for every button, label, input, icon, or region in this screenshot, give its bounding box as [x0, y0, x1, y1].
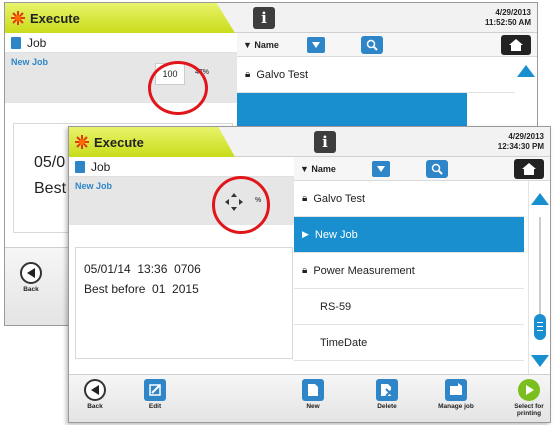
new-button[interactable]: New [291, 379, 335, 410]
lock-icon: 🔒︎ [302, 193, 308, 204]
search-button[interactable] [425, 159, 448, 178]
search-icon [366, 39, 378, 51]
dropdown-button[interactable] [306, 36, 325, 53]
name-sort-label[interactable]: ▼ Name [300, 164, 336, 174]
back-button[interactable]: Back [9, 262, 53, 293]
date-text: 4/29/2013 [508, 132, 544, 141]
list-item[interactable]: RS-59 [294, 289, 524, 325]
new-job-label: New Job [75, 181, 113, 191]
job-label: Job [27, 35, 47, 50]
preview-line-1: 05/01/14 13:36 0706 [84, 262, 201, 276]
manage-job-label: Manage job [438, 403, 474, 410]
list-item-label: TimeDate [320, 336, 368, 349]
list-item-label: RS-59 [320, 300, 352, 313]
datetime: 4/29/2013 12:34:30 PM [498, 132, 544, 152]
job-list: 🔒︎ Galvo Test ▶ New Job 🔒︎ Power Measure… [294, 181, 524, 361]
home-icon [509, 38, 523, 51]
job-list-panel: ▼ Name 🔒︎ Galvo Test ▶ New Job 🔒︎ Power … [294, 157, 550, 376]
title-tab: Execute [69, 127, 235, 157]
search-button[interactable] [360, 35, 383, 54]
list-item[interactable]: TimeDate [294, 325, 524, 361]
bottom-bar: Back Edit New Delete Manage job Select f… [69, 374, 550, 422]
edit-label: Edit [148, 403, 162, 410]
home-icon [522, 162, 536, 175]
play-icon [518, 379, 540, 401]
back-label: Back [87, 403, 103, 410]
scroll-down-icon[interactable] [529, 353, 551, 369]
highlight-circle-move [212, 176, 270, 234]
new-document-icon [302, 379, 324, 401]
list-item-label: Galvo Test [313, 192, 366, 205]
manage-job-icon [445, 379, 467, 401]
scroll-up-icon[interactable] [529, 191, 551, 207]
manage-job-button[interactable]: Manage job [431, 379, 481, 410]
scroll-thumb[interactable] [534, 314, 546, 340]
time-text: 11:52:50 AM [485, 18, 531, 27]
title-tab: Execute [5, 3, 235, 33]
top-bar: Execute i 4/29/2013 12:34:30 PM [69, 127, 550, 157]
front-screen: Execute i 4/29/2013 12:34:30 PM Job New … [68, 126, 551, 423]
top-bar: Execute i 4/29/2013 11:52:50 AM [5, 3, 537, 33]
delete-button[interactable]: Delete [365, 379, 409, 410]
date-text: 4/29/2013 [495, 8, 531, 17]
back-button[interactable]: Back [73, 379, 117, 410]
preview-line-2: Best [34, 180, 67, 197]
list-header: ▼ Name [294, 157, 550, 181]
starburst-icon [75, 135, 89, 149]
back-label: Back [23, 286, 39, 293]
back-arrow-icon [20, 262, 42, 284]
list-item-selected[interactable] [237, 93, 467, 129]
preview-line-2: Best before 01 2015 [84, 282, 199, 296]
preview-line-1: 05/0 [34, 154, 66, 171]
job-row: Job [69, 157, 295, 177]
new-label: New [306, 403, 320, 410]
document-icon [11, 36, 21, 49]
window-title: Execute [94, 134, 144, 150]
starburst-icon [11, 11, 25, 25]
label-preview: 05/01/14 13:36 0706 Best before 01 2015 [75, 247, 293, 359]
document-icon [75, 160, 85, 173]
delete-icon [376, 379, 398, 401]
dropdown-button[interactable] [371, 160, 390, 177]
lock-icon: 🔒︎ [302, 265, 308, 276]
edit-icon [144, 379, 166, 401]
select-label: Select for printing [514, 403, 544, 417]
edit-button[interactable]: Edit [133, 379, 177, 410]
scrollbar[interactable] [528, 181, 550, 376]
home-button[interactable] [514, 158, 544, 179]
info-button[interactable]: i [314, 131, 336, 153]
chevron-down-icon [376, 165, 385, 172]
highlight-circle-counter [148, 61, 208, 115]
home-button[interactable] [501, 34, 531, 55]
search-icon [431, 163, 443, 175]
delete-label: Delete [377, 403, 397, 410]
list-item[interactable]: 🔒︎ Galvo Test [294, 181, 524, 217]
select-for-printing-button[interactable]: Select for printing [507, 379, 550, 417]
job-label: Job [91, 159, 111, 174]
chevron-down-icon [311, 41, 320, 48]
scroll-up-icon[interactable] [515, 63, 537, 79]
lock-icon: 🔒︎ [245, 69, 251, 80]
new-job-label: New Job [11, 57, 49, 67]
list-item[interactable]: 🔒︎ Power Measurement [294, 253, 524, 289]
list-item-label: New Job [314, 228, 358, 241]
back-arrow-icon [84, 379, 106, 401]
info-button[interactable]: i [253, 7, 275, 29]
list-item-label: Galvo Test [256, 68, 309, 81]
list-item[interactable]: 🔒︎ Galvo Test [237, 57, 515, 93]
list-header: ▼ Name [237, 33, 537, 57]
list-item-label: Power Measurement [313, 264, 415, 277]
window-title: Execute [30, 10, 80, 26]
list-item-selected[interactable]: ▶ New Job [294, 217, 524, 253]
time-text: 12:34:30 PM [497, 142, 544, 151]
datetime: 4/29/2013 11:52:50 AM [485, 8, 531, 28]
name-sort-label[interactable]: ▼ Name [243, 40, 279, 50]
job-row: Job [5, 33, 237, 53]
play-icon: ▶ [302, 229, 309, 239]
